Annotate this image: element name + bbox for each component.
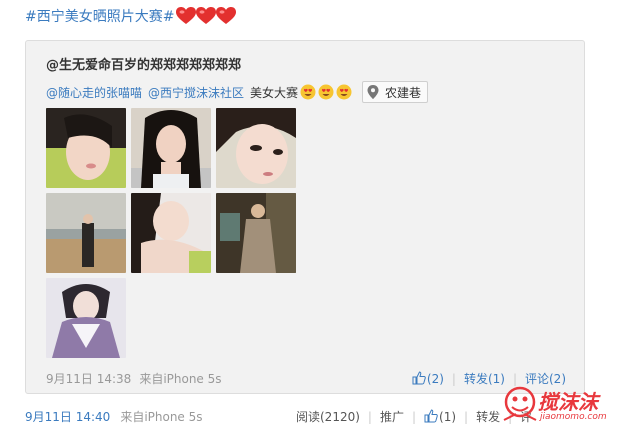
- mention-link[interactable]: @西宁搅沫沫社区: [148, 84, 244, 101]
- photo-2-image: [131, 108, 211, 188]
- mention-link[interactable]: @随心走的张喵喵: [46, 84, 142, 101]
- photo-6-image: [216, 193, 296, 273]
- post-meta: 9月11日 14:40 来自iPhone 5s: [25, 408, 203, 425]
- photo-4-image: [46, 193, 126, 273]
- hashtag-link[interactable]: #西宁美女晒照片大赛#: [25, 6, 174, 26]
- heart-eyes-emoji-icon: [336, 84, 352, 100]
- repost-source[interactable]: 来自iPhone 5s: [139, 370, 221, 387]
- watermark-url: jiaomomo.com: [540, 412, 607, 422]
- post-source-text[interactable]: 来自iPhone 5s: [120, 410, 202, 424]
- photo-thumbnail[interactable]: [216, 193, 296, 273]
- photo-thumbnail[interactable]: [131, 193, 211, 273]
- heart-eyes-emoji-icon: [300, 84, 316, 100]
- repost-like-button[interactable]: (2): [412, 371, 444, 386]
- divider: |: [451, 371, 456, 386]
- repost-time[interactable]: 9月11日 14:38: [46, 370, 131, 387]
- location-tag[interactable]: 农建巷: [362, 81, 429, 103]
- photo-thumbnail[interactable]: [131, 108, 211, 188]
- divider: |: [464, 409, 469, 424]
- post-header: #西宁美女晒照片大赛#: [25, 6, 237, 26]
- photo-thumbnail[interactable]: [46, 193, 126, 273]
- photo-7-image: [46, 278, 126, 358]
- post-source: 来自iPhone 5s: [120, 408, 202, 425]
- photo-thumbnail[interactable]: [46, 278, 126, 358]
- heart-eyes-emoji-icon: [318, 84, 334, 100]
- location-pin-icon: [367, 85, 379, 99]
- photo-thumbnail[interactable]: [216, 108, 296, 188]
- photo-3-image: [216, 108, 296, 188]
- photo-1-image: [46, 108, 126, 188]
- thumbs-up-icon: [424, 409, 438, 423]
- heart-icon: [176, 7, 197, 24]
- repost-card: @生无爱命百岁的郑郑郑郑郑郑郑 @随心走的张喵喵 @西宁搅沫沫社区 美女大赛 农…: [25, 40, 585, 394]
- read-count: 阅读(2120): [296, 410, 360, 424]
- repost-author[interactable]: @生无爱命百岁的郑郑郑郑郑郑郑: [46, 54, 241, 73]
- heart-icon: [216, 7, 237, 24]
- like-count: (1): [439, 410, 457, 424]
- repost-text: @随心走的张喵喵 @西宁搅沫沫社区 美女大赛 农建巷: [46, 81, 429, 103]
- repost-text-body: 美女大赛: [250, 85, 299, 100]
- divider: |: [367, 409, 372, 424]
- like-button[interactable]: (1): [424, 409, 456, 424]
- image-grid: [46, 108, 296, 358]
- post-time[interactable]: 9月11日 14:40: [25, 408, 110, 425]
- heart-icon: [196, 7, 217, 24]
- divider: |: [411, 409, 417, 424]
- repost-like-count: (2): [426, 372, 444, 386]
- repost-meta: 9月11日 14:38 来自iPhone 5s: [46, 370, 222, 387]
- watermark-text: 搅沫沫: [538, 390, 598, 414]
- photo-thumbnail[interactable]: [46, 108, 126, 188]
- thumbs-up-icon: [412, 371, 426, 385]
- heart-emoji-group: [176, 7, 237, 25]
- location-label: 农建巷: [385, 85, 422, 100]
- promote-button[interactable]: 推广: [380, 408, 404, 425]
- photo-5-image: [131, 193, 211, 273]
